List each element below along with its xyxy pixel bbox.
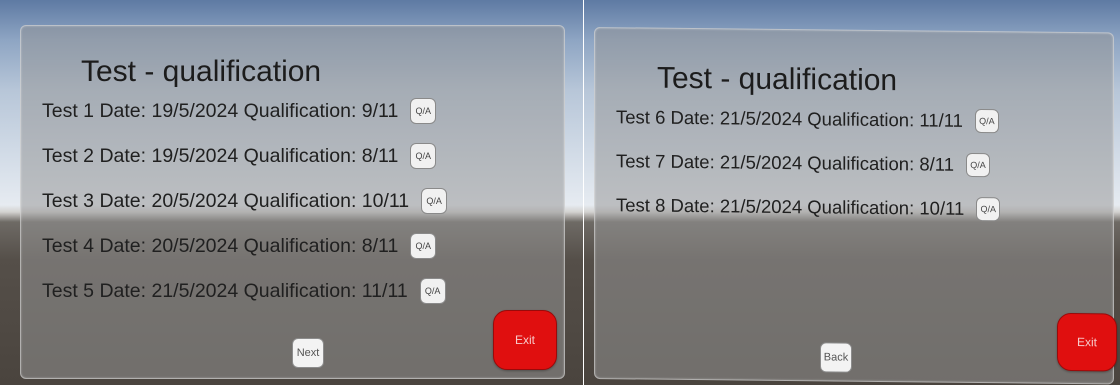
panel-title: Test - qualification: [657, 61, 898, 98]
test-row-2: Test 2 Date: 19/5/2024 Qualification: 8/…: [42, 143, 437, 169]
panel-title: Test - qualification: [81, 55, 322, 88]
qualification-panel: Test - qualification Test 6 Date: 21/5/2…: [594, 27, 1117, 385]
back-button[interactable]: Back: [820, 342, 852, 373]
screenshot-right: Test - qualification Test 6 Date: 21/5/2…: [584, 0, 1120, 385]
test-row-text: Test 2 Date: 19/5/2024 Qualification: 8/…: [42, 144, 399, 167]
qa-button[interactable]: Q/A: [410, 98, 437, 124]
test-row-text: Test 4 Date: 20/5/2024 Qualification: 8/…: [42, 234, 399, 257]
test-row-text: Test 8 Date: 21/5/2024 Qualification: 10…: [616, 194, 965, 219]
qa-button[interactable]: Q/A: [976, 197, 1001, 222]
screenshot-left: Test - qualification Test 1 Date: 19/5/2…: [0, 0, 583, 385]
qa-button[interactable]: Q/A: [419, 278, 446, 304]
qa-button[interactable]: Q/A: [410, 233, 437, 259]
exit-button[interactable]: Exit: [493, 310, 557, 370]
qualification-panel: Test - qualification Test 1 Date: 19/5/2…: [20, 25, 565, 379]
test-row-6: Test 6 Date: 21/5/2024 Qualification: 11…: [616, 105, 999, 134]
test-row-5: Test 5 Date: 21/5/2024 Qualification: 11…: [42, 278, 446, 304]
test-row-text: Test 5 Date: 21/5/2024 Qualification: 11…: [42, 279, 408, 302]
exit-button[interactable]: Exit: [1057, 312, 1117, 372]
qa-button[interactable]: Q/A: [410, 143, 437, 169]
qa-button[interactable]: Q/A: [974, 108, 999, 134]
test-row-text: Test 7 Date: 21/5/2024 Qualification: 8/…: [616, 150, 955, 175]
test-row-4: Test 4 Date: 20/5/2024 Qualification: 8/…: [42, 233, 437, 259]
test-row-text: Test 3 Date: 20/5/2024 Qualification: 10…: [42, 189, 410, 212]
test-row-8: Test 8 Date: 21/5/2024 Qualification: 10…: [616, 193, 1001, 222]
qa-button[interactable]: Q/A: [966, 152, 991, 178]
test-row-7: Test 7 Date: 21/5/2024 Qualification: 8/…: [616, 149, 991, 178]
test-row-text: Test 1 Date: 19/5/2024 Qualification: 9/…: [42, 99, 399, 122]
test-row-1: Test 1 Date: 19/5/2024 Qualification: 9/…: [42, 98, 437, 124]
next-button[interactable]: Next: [292, 338, 324, 368]
qa-button[interactable]: Q/A: [421, 188, 448, 214]
test-row-text: Test 6 Date: 21/5/2024 Qualification: 11…: [616, 106, 963, 131]
test-row-3: Test 3 Date: 20/5/2024 Qualification: 10…: [42, 188, 448, 214]
